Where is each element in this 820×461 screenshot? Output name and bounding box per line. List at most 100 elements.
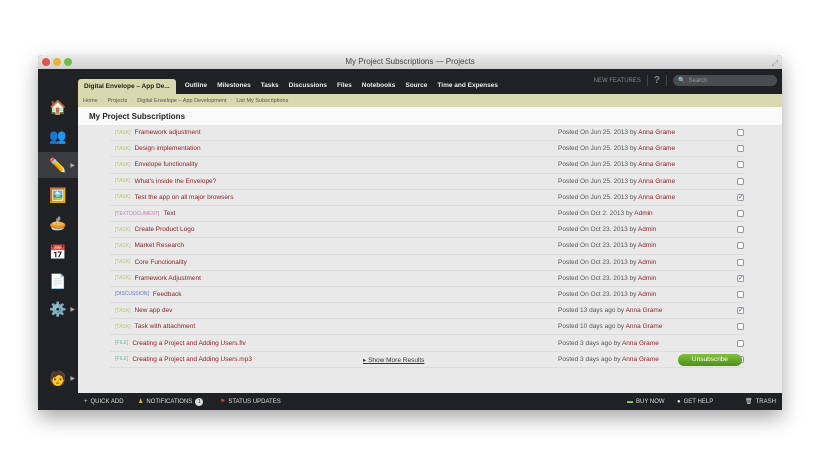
row-checkbox[interactable]	[737, 226, 744, 234]
help-icon: ●	[677, 398, 681, 405]
row-checkbox[interactable]	[737, 210, 744, 218]
status-icon[interactable]: 🖼️	[38, 182, 78, 208]
minimize-button[interactable]	[53, 58, 61, 66]
item-title-link[interactable]: Framework adjustment	[134, 129, 200, 136]
tab-tasks[interactable]: Tasks	[256, 79, 284, 94]
author-link[interactable]: Admin	[638, 242, 656, 249]
user-avatar[interactable]: 🧑 ▶	[38, 365, 78, 391]
item-title-link[interactable]: Core Functionality	[134, 259, 186, 266]
item-type-label: [TASK]	[115, 259, 131, 266]
author-link[interactable]: Admin	[638, 226, 656, 233]
row-checkbox[interactable]	[737, 145, 744, 153]
posted-info: Posted On Jun 25. 2013 by Anna Grame	[558, 145, 676, 153]
new-features-link[interactable]: NEW FEATURES	[594, 78, 641, 84]
tab-files[interactable]: Files	[332, 79, 357, 94]
reports-pie-icon[interactable]: 🥧	[38, 210, 78, 236]
author-link[interactable]: Admin	[638, 259, 656, 266]
author-link[interactable]: Anna Grame	[622, 340, 659, 347]
author-link[interactable]: Admin	[634, 210, 652, 217]
notifications-button[interactable]: ♟ NOTIFICATIONS 1	[138, 397, 204, 406]
breadcrumb: Home › Projects › Digital Envelope – App D…	[78, 94, 782, 107]
tab-outline[interactable]: Outline	[180, 79, 212, 94]
author-link[interactable]: Anna Grame	[638, 194, 675, 201]
item-type-label: [TEXTDOCUMENT]	[115, 210, 160, 217]
calendar-icon[interactable]: 📅	[38, 239, 78, 265]
home-icon[interactable]: 🏠	[38, 94, 78, 120]
row-checkbox[interactable]	[737, 161, 744, 169]
help-button[interactable]: ?	[646, 75, 667, 86]
title-bar: My Project Subscriptions — Projects ⤢	[38, 55, 782, 69]
item-title-link[interactable]: New app dev	[134, 307, 172, 314]
settings-gear-icon[interactable]: ⚙️ ▶	[38, 296, 78, 322]
tab-source[interactable]: Source	[400, 79, 432, 94]
row-checkbox[interactable]	[737, 339, 744, 347]
item-type-label: [TASK]	[115, 307, 131, 314]
row-checkbox[interactable]	[737, 129, 744, 137]
posted-info: Posted 13 days ago by Anna Grame	[558, 307, 663, 315]
breadcrumb-project[interactable]: Digital Envelope – App Development	[137, 98, 226, 104]
row-checkbox[interactable]	[737, 290, 744, 298]
projects-icon[interactable]: ✏️ ▶	[38, 152, 78, 178]
row-checkbox[interactable]: ✓	[737, 274, 744, 282]
show-more-results-link[interactable]: ▸ Show More Results	[363, 356, 424, 364]
tab-milestones[interactable]: Milestones	[212, 79, 256, 94]
author-link[interactable]: Anna Grame	[638, 129, 675, 136]
close-button[interactable]	[42, 58, 50, 66]
documents-icon[interactable]: 📄	[38, 268, 78, 294]
search-input[interactable]: 🔍 Search	[673, 75, 777, 86]
item-title-link[interactable]: Design implementation	[134, 145, 200, 152]
tab-notebooks[interactable]: Notebooks	[357, 79, 401, 94]
quick-add-button[interactable]: + QUICK ADD	[84, 399, 124, 405]
tab-project[interactable]: Digital Envelope – App De...	[78, 79, 176, 94]
posted-info: Posted 10 days ago by Anna Grame	[558, 323, 663, 331]
trash-button[interactable]: 🗑 TRASH	[745, 398, 776, 406]
breadcrumb-current: List My Subscriptions	[236, 97, 289, 104]
row-checkbox[interactable]	[737, 323, 744, 331]
subscription-row: [TASK] Envelope functionality Posted On Ju…	[110, 157, 744, 174]
search-icon: 🔍	[678, 78, 686, 84]
item-title-link[interactable]: Envelope functionality	[134, 161, 197, 168]
row-checkbox[interactable]: ✓	[737, 307, 744, 315]
footer-bar: + QUICK ADD ♟ NOTIFICATIONS 1 ⚑ STATUS UPDAT…	[38, 393, 782, 410]
subscription-row: [TASK] Market Research Posted On Oct 23. 2…	[110, 238, 744, 255]
status-updates-button[interactable]: ⚑ STATUS UPDATES	[220, 398, 281, 406]
item-title-link[interactable]: Text	[163, 210, 175, 217]
buy-now-button[interactable]: ▬ BUY NOW	[627, 399, 665, 405]
project-tabs: Digital Envelope – App De... Outline Mil…	[78, 79, 503, 94]
author-link[interactable]: Admin	[638, 275, 656, 282]
subscription-row: [TASK] What's inside the Envelope? Posted …	[110, 174, 744, 190]
subscription-row: [TASK] Test the app on all major browsers…	[110, 190, 744, 206]
row-checkbox[interactable]: ✓	[737, 193, 744, 201]
item-title-link[interactable]: Create Product Logo	[134, 226, 194, 233]
author-link[interactable]: Admin	[638, 291, 656, 298]
tab-discussions[interactable]: Discussions	[284, 79, 332, 94]
author-link[interactable]: Anna Grame	[626, 307, 663, 314]
item-title-link[interactable]: Creating a Project and Adding Users.flv	[132, 340, 245, 347]
author-link[interactable]: Anna Grame	[638, 178, 675, 185]
people-icon[interactable]: 👥	[38, 123, 78, 149]
item-title-link[interactable]: Market Research	[134, 242, 184, 249]
item-title-link[interactable]: Test the app on all major browsers	[134, 194, 233, 201]
item-title-link[interactable]: Feedback	[153, 291, 182, 298]
author-link[interactable]: Anna Grame	[626, 323, 663, 330]
row-checkbox[interactable]	[737, 242, 744, 250]
author-link[interactable]: Anna Grame	[638, 161, 675, 168]
unsubscribe-button[interactable]: Unsubscribe	[678, 354, 742, 366]
row-checkbox[interactable]	[737, 258, 744, 266]
subscription-row: [TEXTDOCUMENT] Text Posted On Oct 2. 2013 …	[110, 206, 744, 223]
author-link[interactable]: Anna Grame	[638, 145, 675, 152]
item-title-link[interactable]: Task with attachment	[134, 323, 195, 330]
item-type-label: [FILE]	[115, 356, 129, 363]
item-title-link[interactable]: Framework Adjustment	[134, 275, 200, 282]
bell-icon: ♟	[138, 399, 144, 405]
row-checkbox[interactable]	[737, 177, 744, 185]
author-link[interactable]: Anna Grame	[622, 356, 659, 363]
breadcrumb-home[interactable]: Home	[83, 98, 98, 104]
item-type-label: [FILE]	[115, 340, 129, 347]
get-help-button[interactable]: ● GET HELP	[677, 399, 713, 405]
tab-time-expenses[interactable]: Time and Expenses	[432, 79, 503, 94]
zoom-button[interactable]	[64, 58, 72, 66]
breadcrumb-projects[interactable]: Projects	[108, 98, 128, 104]
item-title-link[interactable]: What's inside the Envelope?	[134, 178, 216, 185]
item-title-link[interactable]: Creating a Project and Adding Users.mp3	[132, 356, 252, 363]
